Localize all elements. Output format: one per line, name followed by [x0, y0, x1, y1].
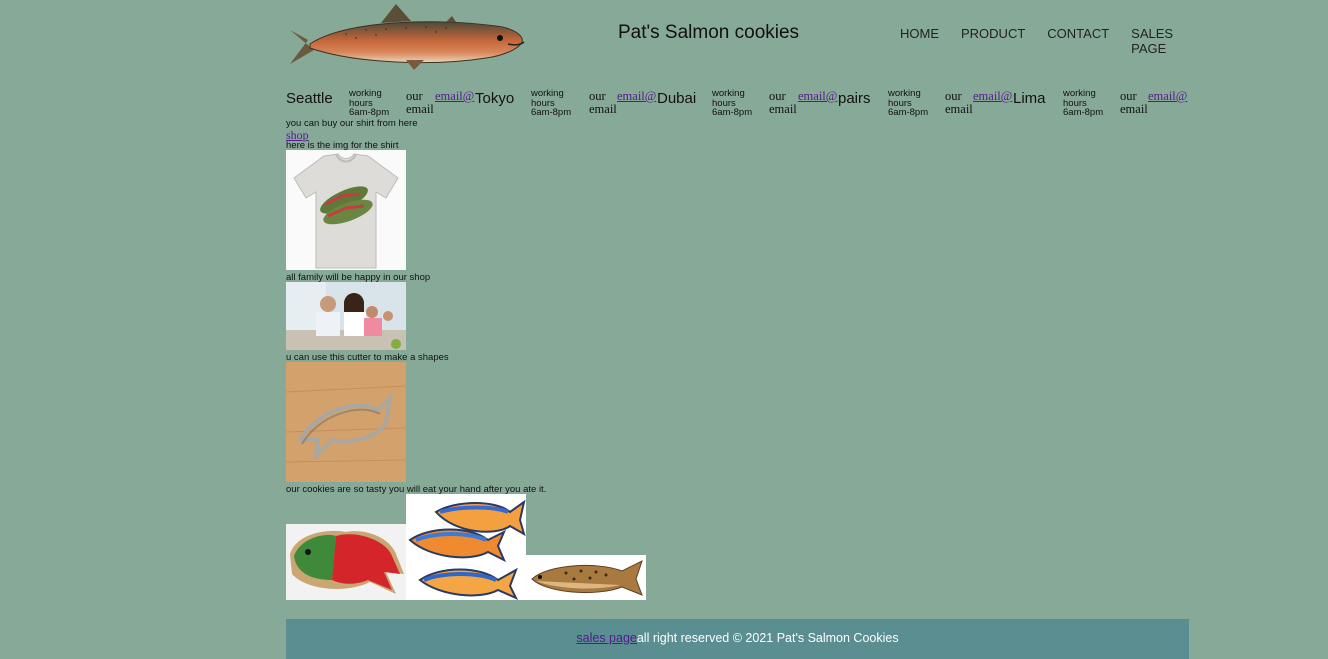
location-email-link[interactable]: email@	[617, 89, 656, 104]
location-hours: working hours 6am-8pm	[1063, 88, 1104, 118]
family-image	[286, 282, 406, 350]
location-email-link[interactable]: email@	[435, 89, 474, 104]
location-hours: working hours 6am-8pm	[888, 88, 929, 118]
copyright-text: all right reserved © 2021 Pat's Salmon C…	[636, 631, 899, 645]
locations-row: Seattle working hours 6am-8pm our email …	[286, 89, 1189, 121]
location-email-link[interactable]: email@	[973, 89, 1012, 104]
nav-contact[interactable]: CONTACT	[1047, 26, 1109, 56]
colorful-fish-cookies-image	[406, 494, 526, 600]
location-hours: working hours 6am-8pm	[531, 88, 572, 118]
page: Pat's Salmon cookies HOME PRODUCT CONTAC…	[286, 0, 1189, 659]
nav-home[interactable]: HOME	[900, 26, 939, 56]
shirt-image	[286, 150, 406, 270]
location-city: Dubai	[657, 90, 697, 107]
site-title: Pat's Salmon cookies	[618, 22, 800, 43]
nav-sales-page[interactable]: SALES PAGE	[1131, 26, 1189, 56]
brown-trout-image	[526, 555, 646, 600]
salmon-logo	[286, 0, 526, 72]
red-salmon-cookie-image	[286, 524, 406, 600]
sales-page-link[interactable]: sales page	[576, 631, 636, 645]
location-hours: working hours 6am-8pm	[712, 88, 753, 118]
location-email-link[interactable]: email@	[798, 89, 837, 104]
cookie-cutter-image	[286, 362, 406, 482]
location-city: Lima	[1013, 90, 1046, 107]
location-city: Tokyo	[475, 90, 515, 107]
nav-product[interactable]: PRODUCT	[961, 26, 1025, 56]
location-email-link[interactable]: email@	[1148, 89, 1187, 104]
location-city: pairs	[838, 90, 871, 107]
location-hours: working hours 6am-8pm	[349, 88, 390, 118]
location-city: Seattle	[286, 90, 333, 107]
main-nav: HOME PRODUCT CONTACT SALES PAGE	[900, 26, 1189, 56]
footer: sales pageall right reserved © 2021 Pat'…	[286, 619, 1189, 659]
